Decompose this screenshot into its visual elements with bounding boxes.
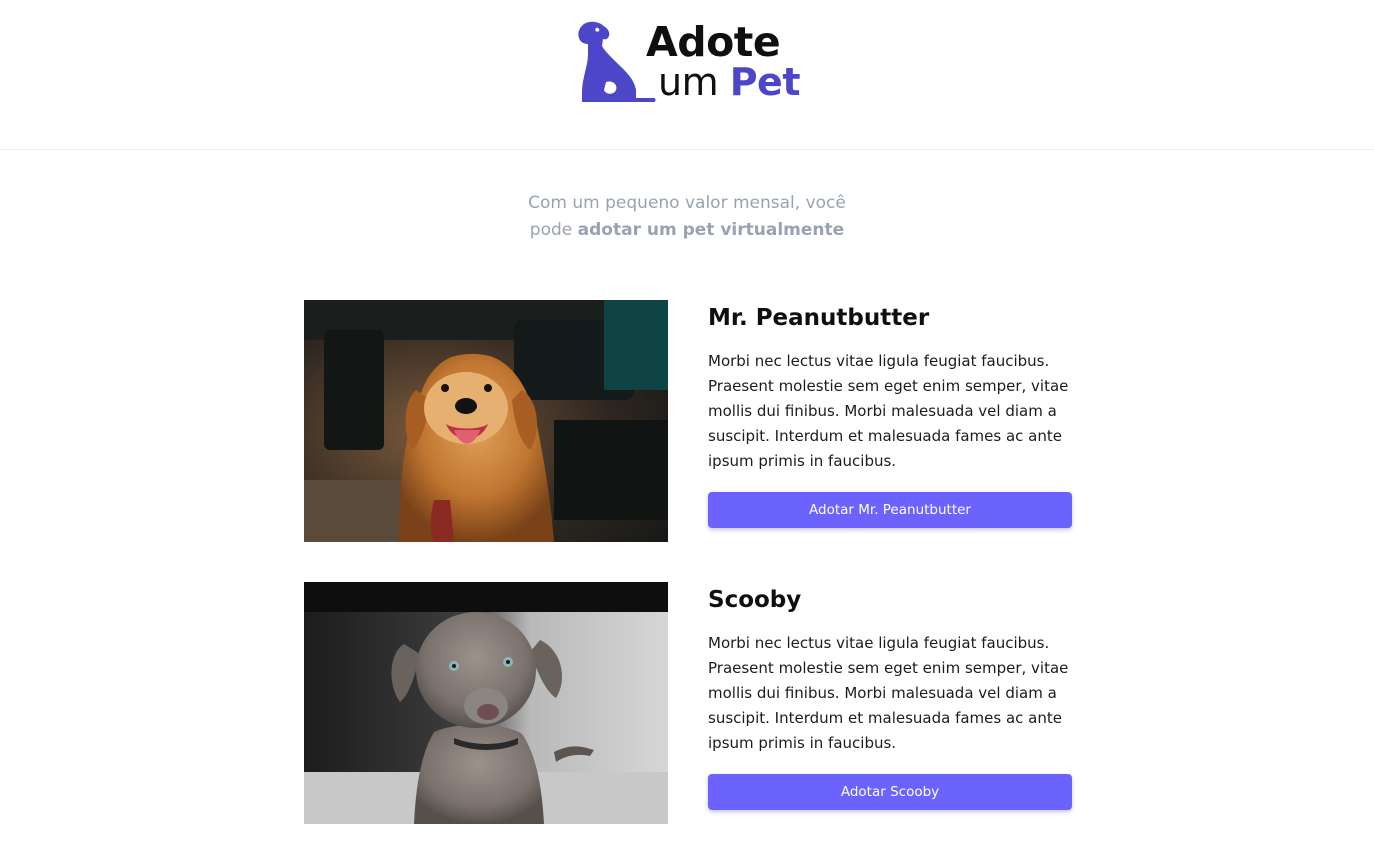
pet-photo bbox=[304, 300, 668, 542]
pet-info: Scooby Morbi nec lectus vitae ligula feu… bbox=[708, 582, 1074, 756]
pet-description: Morbi nec lectus vitae ligula feugiat fa… bbox=[708, 634, 1069, 752]
logo-word-pet: Pet bbox=[729, 60, 801, 104]
pet-card: Mr. Peanutbutter Morbi nec lectus vitae … bbox=[304, 300, 1074, 544]
pet-info: Mr. Peanutbutter Morbi nec lectus vitae … bbox=[708, 300, 1074, 474]
site-logo[interactable]: Adote um Pet bbox=[574, 18, 806, 104]
intro-line2-bold: adotar um pet virtualmente bbox=[577, 220, 845, 240]
pet-description: Morbi nec lectus vitae ligula feugiat fa… bbox=[708, 352, 1069, 470]
intro-line2-prefix: pode bbox=[529, 220, 573, 240]
golden-retriever-photo bbox=[304, 300, 668, 542]
logo-word-um: um bbox=[658, 60, 719, 104]
pet-name: Mr. Peanutbutter bbox=[708, 305, 930, 331]
logo-word-adote: Adote bbox=[646, 18, 781, 66]
site-header: Adote um Pet bbox=[0, 0, 1374, 150]
intro-line1: Com um pequeno valor mensal, você bbox=[528, 193, 846, 213]
pet-name: Scooby bbox=[708, 587, 802, 613]
logo-word-um-pet: um Pet bbox=[658, 60, 801, 104]
pet-photo bbox=[304, 582, 668, 824]
adopt-mr-peanutbutter-button[interactable]: Adotar Mr. Peanutbutter bbox=[708, 492, 1072, 528]
intro-tagline: Com um pequeno valor mensal, você pode a… bbox=[487, 190, 887, 244]
pet-card: Scooby Morbi nec lectus vitae ligula feu… bbox=[304, 582, 1074, 826]
adopt-scooby-button[interactable]: Adotar Scooby bbox=[708, 774, 1072, 810]
weimaraner-puppy-photo bbox=[304, 582, 668, 824]
